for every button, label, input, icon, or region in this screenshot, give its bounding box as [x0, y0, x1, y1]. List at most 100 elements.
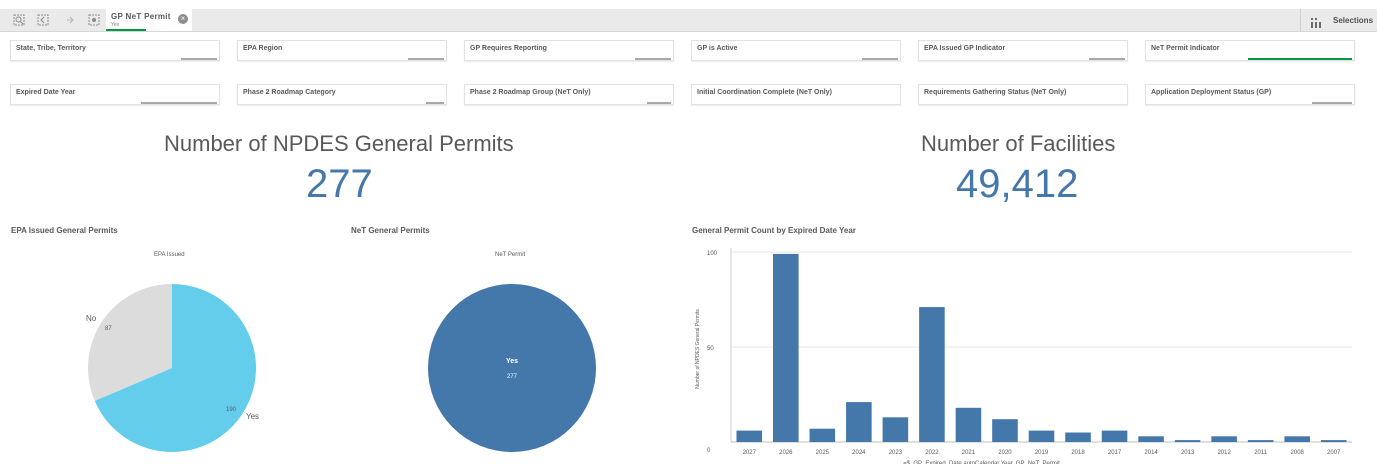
selections-button[interactable]: Selections — [1300, 9, 1377, 31]
bar-2012 — [1211, 436, 1237, 442]
selections-label: Selections — [1333, 16, 1374, 25]
y-tick-label: 50 — [707, 346, 714, 352]
pie-slice-yes — [428, 284, 596, 452]
filter-net-permit-indicator[interactable]: NeT Permit Indicator — [1145, 40, 1355, 61]
net-pie-chart[interactable]: Yes 277 — [400, 270, 640, 464]
x-tick-label: 2025 — [816, 450, 830, 456]
filter-bar — [181, 58, 217, 60]
filter-label: EPA Issued GP Indicator — [924, 45, 1006, 52]
kpi-value-general-permits: 277 — [306, 162, 373, 206]
bar-2007 — [1320, 440, 1347, 442]
panel-title-epa-issued: EPA Issued General Permits — [11, 226, 118, 235]
x-tick-label: 2027 — [743, 450, 757, 456]
filter-label: NeT Permit Indicator — [1151, 45, 1220, 52]
filter-bar — [1089, 58, 1125, 60]
selections-icon — [1311, 15, 1321, 33]
filter-label: GP Requires Reporting — [470, 45, 547, 52]
filter-selected-bar — [1248, 58, 1352, 60]
selection-value: Yes — [111, 22, 120, 28]
x-tick-label: 2007 — [1327, 450, 1341, 456]
filter-requirements-gathering-status[interactable]: Requirements Gathering Status (NeT Only) — [918, 84, 1128, 105]
step-back-icon[interactable] — [36, 13, 50, 27]
pie-value-yes: 190 — [226, 407, 237, 413]
filter-phase2-roadmap-category[interactable]: Phase 2 Roadmap Category — [237, 84, 447, 105]
filter-phase2-roadmap-group[interactable]: Phase 2 Roadmap Group (NeT Only) — [464, 84, 674, 105]
filter-label: EPA Region — [243, 45, 283, 52]
filter-state-tribe-territory[interactable]: State, Tribe, Territory — [10, 40, 220, 61]
pie-label-no: No — [86, 314, 97, 323]
filter-label: Initial Coordination Complete (NeT Only) — [697, 89, 832, 96]
smart-search-icon[interactable] — [12, 13, 26, 27]
bar-2023 — [882, 417, 909, 442]
panel-title-expired: General Permit Count by Expired Date Yea… — [692, 226, 856, 235]
bar-2014 — [1138, 436, 1164, 442]
panel-title-net: NeT General Permits — [351, 226, 430, 235]
kpi-title-facilities: Number of Facilities — [921, 131, 1116, 156]
filter-gp-is-active[interactable]: GP is Active — [691, 40, 901, 61]
clear-all-icon[interactable] — [87, 13, 101, 27]
bar-2020 — [992, 419, 1018, 442]
selection-field: GP NeT Permit — [111, 12, 171, 21]
filter-epa-region[interactable]: EPA Region — [237, 40, 447, 61]
filter-expired-date-year[interactable]: Expired Date Year — [10, 84, 220, 105]
bar-2008 — [1284, 436, 1310, 442]
pie-dimension-epa-issued: EPA Issued — [154, 252, 185, 258]
filter-bar — [426, 102, 444, 104]
x-tick-label: 2014 — [1144, 450, 1158, 456]
x-tick-label: 2019 — [1035, 450, 1049, 456]
bar-2018 — [1065, 432, 1091, 442]
x-tick-label: 2011 — [1254, 450, 1268, 456]
x-tick-label: 2023 — [889, 450, 903, 456]
bar-2017 — [1101, 430, 1128, 442]
x-tick-label: 2024 — [852, 450, 866, 456]
filter-epa-issued-gp-indicator[interactable]: EPA Issued GP Indicator — [918, 40, 1128, 61]
bar-2027 — [736, 430, 763, 442]
filter-bar — [408, 58, 444, 60]
filter-label: Application Deployment Status (GP) — [1151, 89, 1272, 96]
filter-label: GP is Active — [697, 45, 738, 52]
filter-initial-coordination-complete[interactable]: Initial Coordination Complete (NeT Only) — [691, 84, 901, 105]
pie-label-yes: Yes — [246, 412, 259, 421]
x-tick-label: 2021 — [962, 450, 976, 456]
filter-label: Phase 2 Roadmap Group (NeT Only) — [470, 89, 591, 96]
filter-bar — [635, 58, 671, 60]
filter-bar — [862, 58, 898, 60]
toolbar: GP NeT Permit Yes × Selections — [0, 9, 1377, 32]
filter-label: Requirements Gathering Status (NeT Only) — [924, 89, 1067, 96]
x-tick-label: 2018 — [1071, 450, 1085, 456]
bar-2026 — [773, 253, 799, 442]
filter-bar — [1312, 102, 1352, 104]
pie-label-yes: Yes — [506, 358, 518, 365]
clear-selection-icon[interactable]: × — [178, 14, 188, 24]
bar-2013 — [1174, 440, 1201, 442]
x-tick-label: 2020 — [998, 450, 1012, 456]
selection-tab-net-permit[interactable]: GP NeT Permit Yes × — [106, 9, 192, 31]
filter-bar — [141, 102, 217, 104]
step-forward-icon[interactable] — [63, 13, 77, 27]
x-tick-label: 2013 — [1181, 450, 1195, 456]
bar-2024 — [846, 402, 872, 442]
y-tick-label: 100 — [707, 251, 718, 257]
epa-issued-pie-chart[interactable]: No 87 190 Yes — [60, 270, 300, 464]
bar-2022 — [919, 307, 945, 442]
pie-value-no: 87 — [105, 326, 112, 332]
bar-2019 — [1028, 430, 1055, 442]
bar-2011 — [1247, 440, 1274, 442]
bar-2025 — [809, 428, 836, 442]
y-tick-label: 0 — [707, 448, 711, 454]
y-axis-label: Number of NPDES General Permits — [695, 309, 701, 389]
bar-2021 — [955, 407, 982, 442]
expired-year-bar-chart[interactable]: 0 50 100 Number of NPDES General Permits 202… — [688, 240, 1368, 464]
pie-value-yes: 277 — [507, 374, 518, 380]
x-tick-label: 2012 — [1217, 450, 1231, 456]
filter-gp-requires-reporting[interactable]: GP Requires Reporting — [464, 40, 674, 61]
filter-label: Expired Date Year — [16, 89, 76, 96]
filter-label: Phase 2 Roadmap Category — [243, 89, 336, 96]
kpi-value-facilities: 49,412 — [956, 162, 1079, 206]
pie-dimension-net: NeT Permit — [495, 252, 526, 258]
filter-bar — [647, 102, 671, 104]
x-tick-label: 2026 — [779, 450, 793, 456]
kpi-title-general-permits: Number of NPDES General Permits — [164, 131, 514, 156]
x-tick-label: 2017 — [1108, 450, 1122, 456]
filter-application-deployment-status[interactable]: Application Deployment Status (GP) — [1145, 84, 1355, 105]
